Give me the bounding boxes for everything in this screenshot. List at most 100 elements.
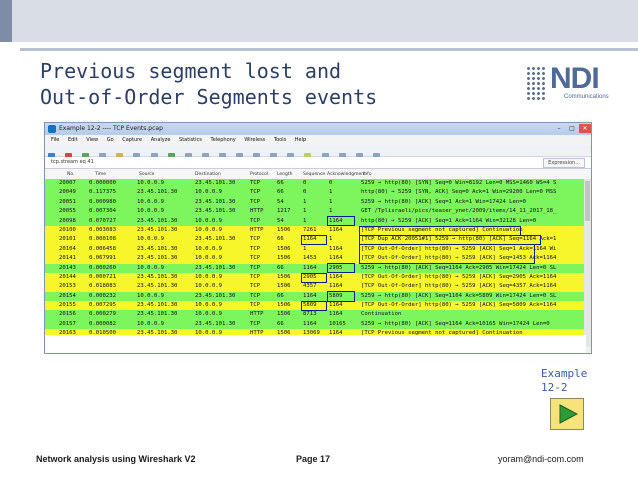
menu-help[interactable]: Help [295, 137, 306, 143]
packet-source: 10.0.0.9 [137, 320, 164, 327]
packet-no: 20144 [59, 273, 76, 280]
packet-row[interactable]: 20143 0.000260 10.0.0.9 23.45.101.30 TCP 66 11… [45, 263, 586, 273]
packet-row[interactable]: 20007 0.000000 10.0.0.9 23.45.101.30 TCP 66 0 0… [45, 179, 586, 189]
packet-length: 1506 [277, 245, 291, 252]
packet-info: http(80) → 5259 [SYN, ACK] Seq=0 Ack=1 W… [361, 189, 557, 196]
packet-sequence: 1164 [303, 292, 317, 299]
packet-row[interactable]: 20154 0.000232 10.0.0.9 23.45.101.30 TCP 66 11… [45, 291, 586, 302]
menu-wireless[interactable]: Wireless [244, 137, 265, 143]
scrollbar-thumb[interactable] [585, 181, 590, 221]
menu-file[interactable]: File [51, 137, 59, 143]
packet-no: 20141 [59, 255, 76, 262]
packet-source: 10.0.0.9 [137, 208, 164, 215]
packet-info: 5259 → http(80) [SYN] Seq=0 Win=8192 Len… [361, 180, 557, 186]
packet-info: 5259 → http(80) [ACK] Seq=1164 Ack=10165… [361, 320, 550, 327]
packet-source: 23.45.101.30 [137, 226, 178, 233]
menu-tools[interactable]: Tools [274, 137, 286, 143]
packet-source: 10.0.0.9 [137, 292, 164, 299]
packet-length: 66 [277, 189, 284, 196]
packet-ack: 0 [329, 180, 333, 186]
packet-info: 5259 → http(80) [ACK] Seq=1164 Ack=2905 … [361, 264, 557, 271]
menu-view[interactable]: View [86, 137, 98, 143]
slide-title: Previous segment lost and Out-of-Order S… [40, 58, 460, 110]
packet-sequence: 0 [303, 189, 307, 196]
packet-info: [TCP Out-Of-Order] http(80) → 5259 [ACK]… [361, 273, 557, 280]
packet-row[interactable]: 20051 0.000980 10.0.0.9 23.45.101.30 TCP 54 1 1… [45, 197, 586, 208]
footer-course-title: Network analysis using Wireshark V2 [36, 454, 196, 464]
packet-source: 23.45.101.30 [137, 255, 178, 262]
packet-destination: 23.45.101.30 [195, 180, 236, 186]
packet-destination: 23.45.101.30 [195, 208, 236, 215]
header-rule [20, 48, 638, 51]
packet-time: 0.117375 [89, 189, 116, 196]
packet-source: 10.0.0.9 [137, 198, 164, 205]
packet-protocol: TCP [250, 189, 261, 196]
footer-page-number: Page 17 [296, 454, 331, 464]
packet-row[interactable]: 20055 0.007304 10.0.0.9 23.45.101.30 HTTP 121… [45, 207, 586, 217]
packet-sequence: 8713 [303, 311, 317, 318]
packet-time: 0.000000 [89, 180, 116, 186]
packet-row[interactable]: 20157 0.000082 10.0.0.9 23.45.101.30 TCP 66 11… [45, 319, 586, 330]
display-filter-input[interactable]: tcp.stream eq 41 [45, 159, 94, 165]
packet-sequence: 4357 [303, 283, 317, 290]
packet-ack: 1164 [329, 302, 343, 309]
close-button[interactable]: ✕ [579, 124, 591, 133]
packet-time: 0.000232 [89, 292, 116, 299]
packet-no: 20098 [59, 217, 76, 224]
window-titlebar[interactable]: Example 12-2 ---- TCP Events.pcap – □ ✕ [45, 123, 591, 135]
packet-destination: 23.45.101.30 [195, 236, 236, 243]
slide-title-line1: Previous segment lost and [40, 59, 342, 83]
maximize-button[interactable]: □ [566, 124, 578, 133]
packet-source: 23.45.101.30 [137, 302, 178, 309]
packet-ack: 1164 [329, 273, 343, 280]
packet-row[interactable]: 20049 0.117375 23.45.101.30 10.0.0.9 TCP 66 0 1… [45, 188, 586, 198]
packet-protocol: HTTP [250, 311, 264, 318]
packet-destination: 10.0.0.9 [195, 283, 222, 290]
packet-time: 0.007304 [89, 208, 116, 215]
packet-protocol: TCP [250, 198, 261, 205]
play-icon [559, 404, 578, 424]
packet-source: 10.0.0.9 [137, 264, 164, 271]
logo-subtitle: Communications [564, 94, 609, 100]
highlight-box [327, 263, 355, 274]
play-example-button[interactable] [550, 398, 584, 430]
packet-length: 54 [277, 217, 284, 224]
highlight-box [301, 300, 327, 312]
packet-info: [TCP Out-Of-Order] http(80) → 5259 [ACK]… [361, 283, 557, 290]
packet-time: 0.007295 [89, 302, 116, 309]
packet-info: 5259 → http(80) [ACK] Seq=1 Ack=1 Win=17… [361, 198, 527, 205]
packet-no: 20101 [59, 236, 76, 243]
packet-protocol: HTTP [250, 226, 264, 233]
packet-row[interactable]: 20153 0.018083 23.45.101.30 10.0.0.9 TCP 1506… [45, 282, 586, 292]
packet-sequence: 1164 [303, 320, 317, 327]
packet-no: 20143 [59, 264, 76, 271]
packet-no: 20049 [59, 189, 76, 196]
footer-email: yoram@ndi-com.com [498, 454, 584, 464]
packet-destination: 23.45.101.30 [195, 264, 236, 271]
menu-go[interactable]: Go [107, 137, 114, 143]
minimize-button[interactable]: – [553, 124, 565, 133]
packet-ack: 1164 [329, 226, 343, 233]
packet-length: 1506 [277, 226, 291, 233]
packet-length: 66 [277, 320, 284, 327]
packet-length: 1217 [277, 208, 291, 215]
packet-time: 0.000082 [89, 320, 116, 327]
packet-no: 20007 [59, 180, 76, 186]
packet-ack: 1 [329, 198, 333, 205]
packet-list-scrollbar[interactable] [584, 179, 591, 347]
menu-telephony[interactable]: Telephony [210, 137, 235, 143]
packet-sequence: 1 [303, 217, 307, 224]
menu-bar: File Edit View Go Capture Analyze Statis… [45, 135, 591, 145]
packet-row[interactable]: 20156 0.000279 23.45.101.30 10.0.0.9 HTTP 150… [45, 310, 586, 320]
header-band [0, 0, 638, 42]
menu-edit[interactable]: Edit [68, 137, 78, 143]
menu-analyze[interactable]: Analyze [151, 137, 171, 143]
packet-length: 54 [277, 198, 284, 205]
packet-length: 66 [277, 264, 284, 271]
example-label-line1: Example [541, 367, 588, 380]
packet-protocol: TCP [250, 236, 261, 243]
packet-protocol: TCP [250, 217, 261, 224]
expression-button[interactable]: Expression... [543, 158, 585, 168]
menu-statistics[interactable]: Statistics [179, 137, 202, 143]
menu-capture[interactable]: Capture [122, 137, 142, 143]
